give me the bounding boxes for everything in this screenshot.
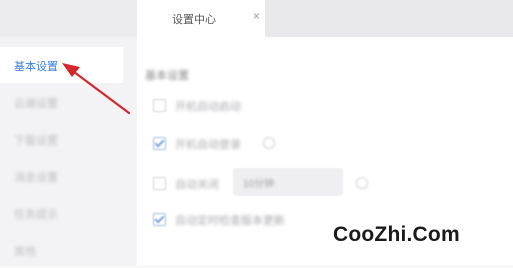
help-circle-icon[interactable] xyxy=(356,177,368,189)
sidebar-item-basic-settings[interactable]: 基本设置 xyxy=(0,47,123,83)
sidebar-item-label: 基本设置 xyxy=(14,61,58,73)
select-value: 10分钟 xyxy=(243,179,275,190)
tab-bar: 设置中心 × xyxy=(0,0,513,37)
sidebar-item-message[interactable]: 消息设置 xyxy=(0,158,123,194)
option-label: 自动关闭 xyxy=(175,179,219,191)
checkbox-checked[interactable] xyxy=(153,213,166,226)
tab-settings-center[interactable]: 设置中心 × xyxy=(137,0,265,37)
help-circle-icon[interactable] xyxy=(263,137,275,149)
watermark: CooZhi.Com xyxy=(333,223,460,246)
close-icon[interactable]: × xyxy=(253,9,260,23)
tab-bar-spacer xyxy=(0,0,137,37)
tab-bar-empty-area xyxy=(265,0,513,37)
section-title: 基本设置 xyxy=(145,70,189,82)
checkbox[interactable] xyxy=(153,99,166,112)
option-label: 自动定时检查版本更新 xyxy=(175,215,285,227)
sidebar-item-label: 任务提示 xyxy=(14,209,58,221)
sidebar-item-other[interactable]: 其他 xyxy=(0,232,123,268)
checkbox[interactable] xyxy=(153,177,166,190)
auto-close-time-select[interactable]: 10分钟 xyxy=(233,168,343,196)
checkbox-checked[interactable] xyxy=(153,137,166,150)
sidebar-item-label: 下载设置 xyxy=(14,135,58,147)
sidebar-item-label: 其他 xyxy=(14,246,36,258)
sidebar-item-label: 云端设置 xyxy=(14,98,58,110)
sidebar-item-download[interactable]: 下载设置 xyxy=(0,121,123,157)
tab-title: 设置中心 xyxy=(172,14,216,26)
option-label: 开机自动启动 xyxy=(175,101,241,113)
sidebar-item-label: 消息设置 xyxy=(14,172,58,184)
option-label: 开机自动登录 xyxy=(175,139,241,151)
sidebar-item-task-tips[interactable]: 任务提示 xyxy=(0,195,123,231)
settings-sidebar: 基本设置 云端设置 下载设置 消息设置 任务提示 其他 xyxy=(0,37,137,265)
sidebar-item-cloud[interactable]: 云端设置 xyxy=(0,84,123,120)
